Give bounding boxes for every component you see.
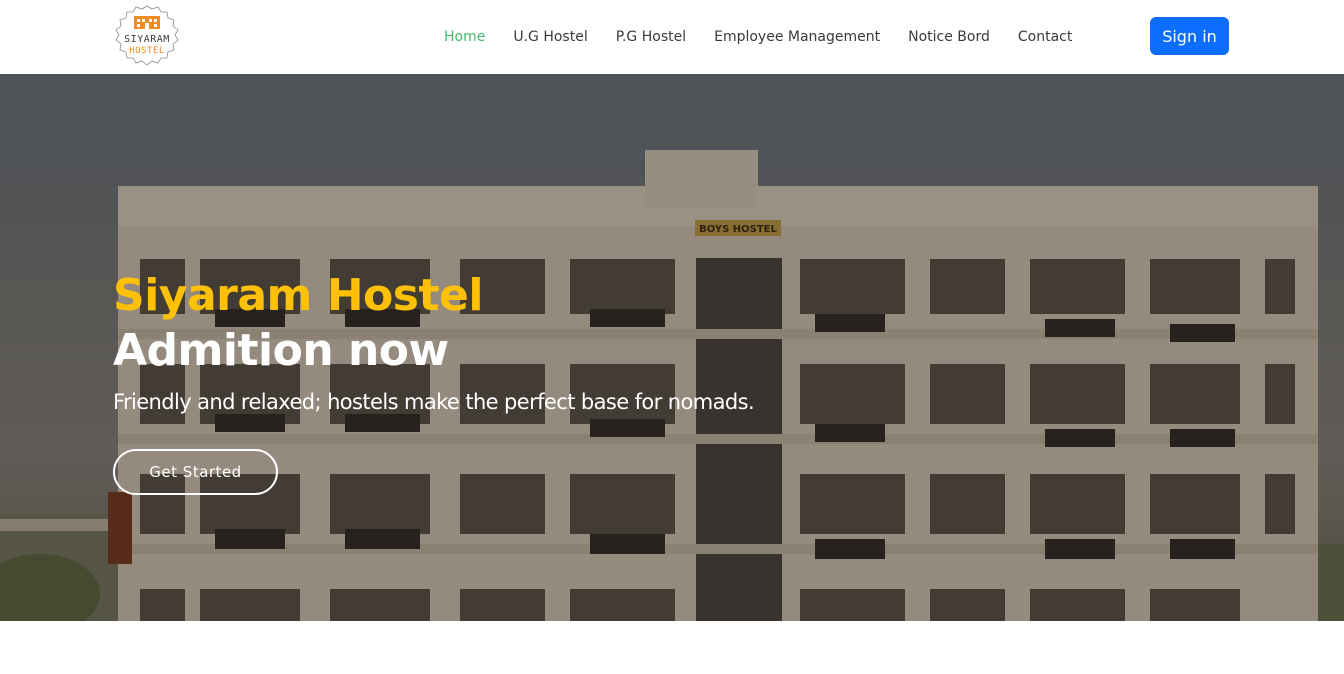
get-started-button[interactable]: Get Started: [113, 449, 278, 495]
nav-contact[interactable]: Contact: [1018, 29, 1072, 45]
logo-text-line2: HOSTEL: [129, 46, 165, 56]
nav-ug-hostel[interactable]: U.G Hostel: [513, 29, 587, 45]
hero-title-brand: Siyaram Hostel: [113, 270, 483, 321]
logo-text-line1: SIYARAM: [124, 34, 170, 45]
hero-section: BOYS HOSTEL Siyaram Hostel Admition now …: [0, 74, 1344, 621]
site-header: SIYARAM HOSTEL Home U.G Hostel P.G Hoste…: [0, 0, 1344, 74]
nav-home[interactable]: Home: [444, 29, 485, 45]
main-navigation: Home U.G Hostel P.G Hostel Employee Mana…: [430, 0, 1086, 74]
hero-title-admission: Admition now: [113, 325, 449, 376]
nav-employee-management[interactable]: Employee Management: [714, 29, 880, 45]
siyaram-hostel-logo[interactable]: SIYARAM HOSTEL: [114, 4, 180, 68]
sign-in-button[interactable]: Sign in: [1150, 17, 1229, 55]
nav-notice-bord[interactable]: Notice Bord: [908, 29, 990, 45]
hero-subtitle: Friendly and relaxed; hostels make the p…: [113, 390, 755, 414]
nav-pg-hostel[interactable]: P.G Hostel: [616, 29, 686, 45]
